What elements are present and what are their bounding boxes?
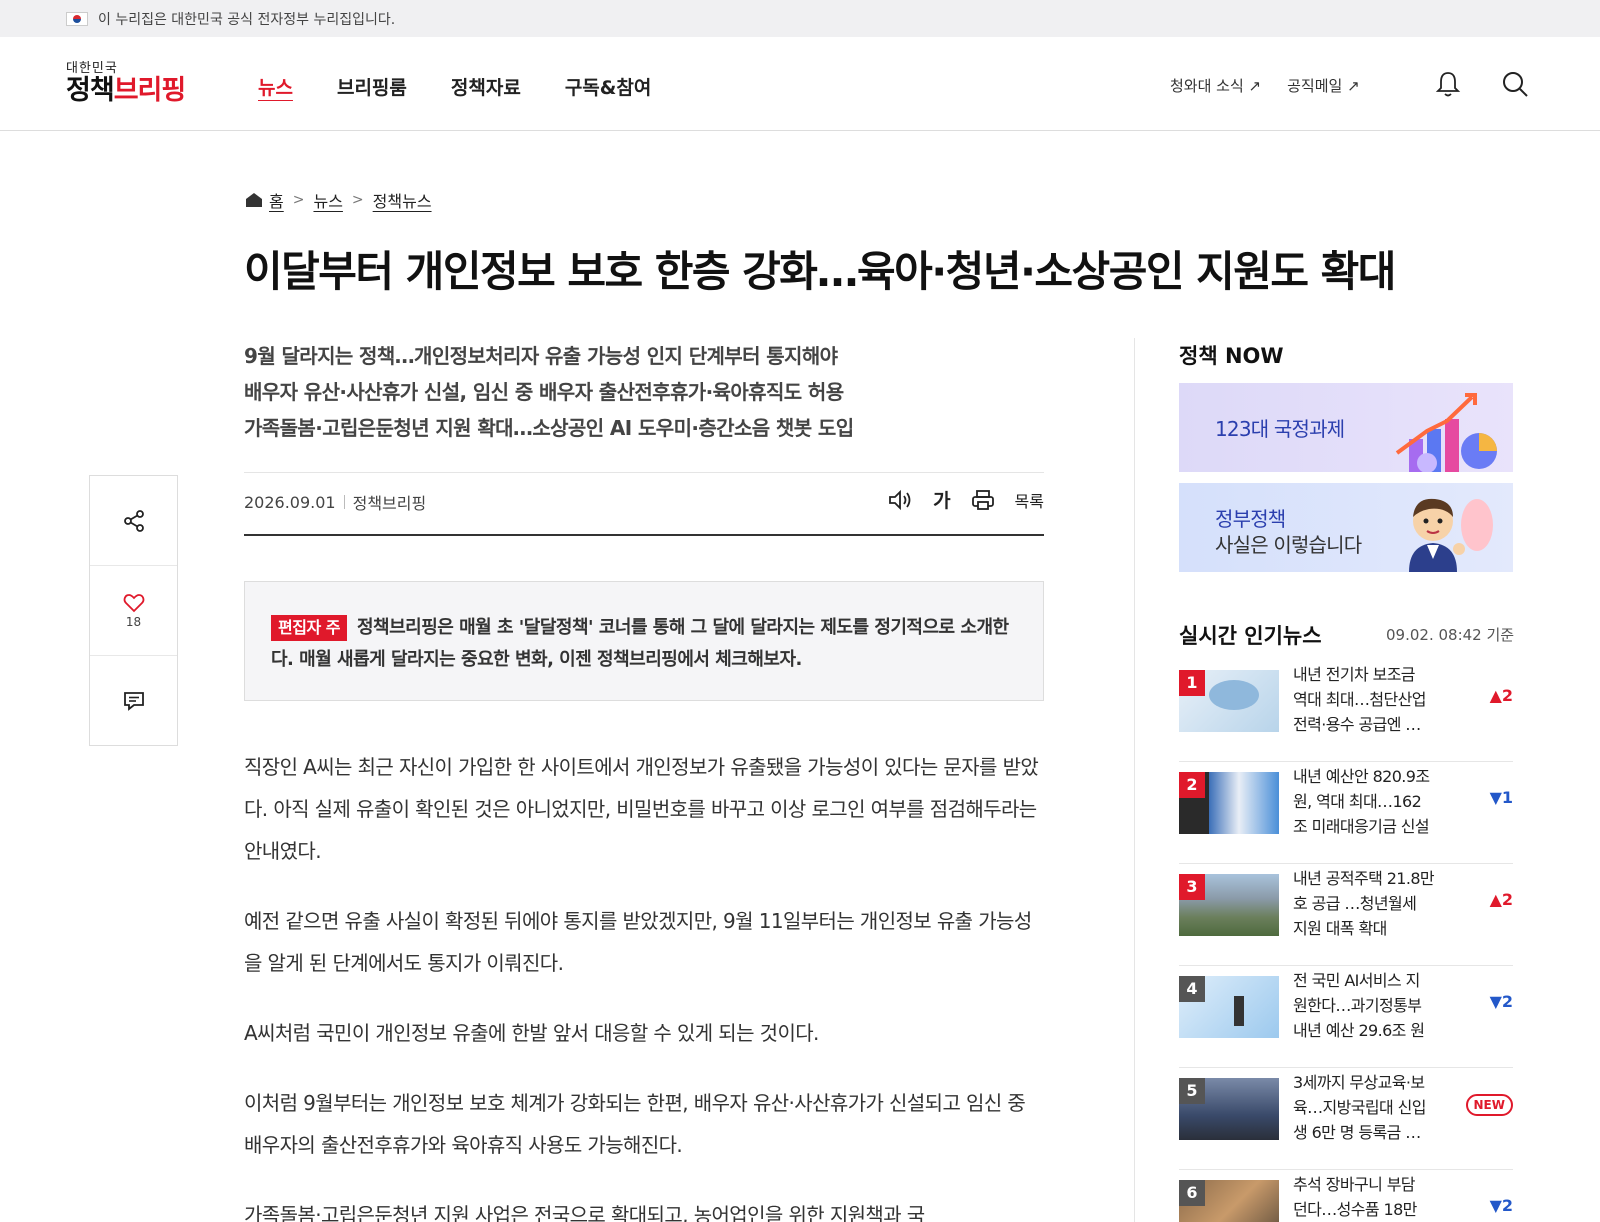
trend-indicator: ▼2 [1489, 1196, 1513, 1215]
heart-icon [123, 593, 144, 612]
comment-icon [123, 692, 144, 711]
banner-line2: 사실은 이렇습니다 [1215, 533, 1362, 557]
news-thumbnail: 4 [1179, 976, 1279, 1038]
home-icon [246, 193, 262, 207]
main-nav: 뉴스 브리핑룸 정책자료 구독&참여 [258, 73, 695, 100]
link-bluehouse[interactable]: 청와대 소식 ↗ [1170, 75, 1261, 96]
article-subtitles: 9월 달라지는 정책…개인정보처리자 유출 가능성 인지 단계부터 통지해야 배… [244, 338, 1044, 446]
subtitle-line: 배우자 유산·사산휴가 신설, 임신 중 배우자 출산전후휴가·육아휴직도 허용 [244, 380, 844, 404]
share-icon [123, 509, 144, 532]
body-paragraph: 예전 같으면 유출 사실이 확정된 뒤에야 통지를 받았겠지만, 9월 11일부… [244, 909, 1032, 975]
breadcrumb-news[interactable]: 뉴스 [313, 188, 342, 212]
gov-banner-text: 이 누리집은 대한민국 공식 전자정부 누리집입니다. [98, 11, 396, 28]
article-meta: 2026.09.01 정책브리핑 가 목록 [244, 489, 1044, 514]
meta-underline [244, 534, 1044, 536]
popular-news-timestamp: 09.02. 08:42 기준 [1386, 626, 1515, 644]
chart-illustration-icon [1395, 393, 1497, 472]
news-headline: 전 국민 AI서비스 지 원한다…과기정통부 내년 예산 29.6조 원 [1293, 971, 1425, 1040]
comment-button[interactable] [90, 656, 177, 746]
rank-badge: 6 [1179, 1180, 1205, 1206]
popular-news-title: 실시간 인기뉴스 [1179, 624, 1322, 648]
nav-briefing-room[interactable]: 브리핑룸 [337, 73, 407, 100]
nav-policy-data[interactable]: 정책자료 [451, 73, 521, 100]
trend-indicator: ▲2 [1489, 890, 1513, 909]
meta-divider [244, 472, 1044, 473]
gov-banner: 이 누리집은 대한민국 공식 전자정부 누리집입니다. [0, 0, 1600, 37]
korea-flag-icon [66, 11, 88, 26]
font-size-button[interactable]: 가 [933, 486, 950, 513]
body-paragraph: 이처럼 9월부터는 개인정보 보호 체계가 강화되는 한편, 배우자 유산·사산… [244, 1091, 1026, 1157]
share-button[interactable] [90, 476, 177, 566]
breadcrumb-policy-news[interactable]: 정책뉴스 [373, 188, 432, 212]
body-paragraph: 가족돌봄·고립은둔청년 지원 사업은 전국으로 확대되고, 농어업인을 위한 지… [244, 1203, 925, 1222]
link-mail[interactable]: 공직메일 ↗ [1287, 75, 1360, 96]
popular-news-item[interactable]: 6 추석 장바구니 부담 던다…성수품 18만 ▼2 [1179, 1172, 1513, 1222]
rank-badge: 1 [1179, 670, 1205, 696]
meta-separator [343, 495, 345, 509]
news-thumbnail: 2 [1179, 772, 1279, 834]
nav-news[interactable]: 뉴스 [258, 73, 293, 100]
rank-badge: 5 [1179, 1078, 1205, 1104]
like-button[interactable]: 18 [90, 566, 177, 656]
news-thumbnail: 6 [1179, 1180, 1279, 1222]
news-headline: 3세까지 무상교육·보 육…지방국립대 신입 생 6만 명 등록금 … [1293, 1073, 1426, 1142]
popular-news-item[interactable]: 5 3세까지 무상교육·보 육…지방국립대 신입 생 6만 명 등록금 … NEW [1179, 1070, 1513, 1170]
like-count: 18 [125, 614, 142, 629]
chevron-right-icon: > [351, 192, 364, 208]
banner-line1: 정부정책 [1215, 507, 1286, 531]
news-headline: 추석 장바구니 부담 던다…성수품 18만 [1293, 1175, 1417, 1219]
article-body: 직장인 A씨는 최근 자신이 가입한 한 사이트에서 개인정보가 유출됐을 가능… [244, 746, 1044, 1222]
body-paragraph: A씨처럼 국민이 개인정보 유출에 한발 앞서 대응할 수 있게 되는 것이다. [244, 1021, 819, 1045]
print-icon[interactable] [971, 489, 995, 511]
breadcrumb-home[interactable]: 홈 [269, 188, 284, 212]
logo-text: 정책브리핑 [66, 75, 186, 106]
news-thumbnail: 5 [1179, 1078, 1279, 1140]
article-title: 이달부터 개인정보 보호 한층 강화…육아·청년·소상공인 지원도 확대 [244, 247, 1396, 296]
banner-title: 123대 국정과제 [1215, 417, 1345, 441]
character-illustration-icon [1409, 498, 1493, 572]
popular-news-item[interactable]: 4 전 국민 AI서비스 지 원한다…과기정통부 내년 예산 29.6조 원 ▼2 [1179, 968, 1513, 1068]
news-headline: 내년 예산안 820.9조 원, 역대 최대…162 조 미래대응기금 신설 [1293, 767, 1430, 836]
subtitle-line: 9월 달라지는 정책…개인정보처리자 유출 가능성 인지 단계부터 통지해야 [244, 344, 838, 368]
news-headline: 내년 전기차 보조금 역대 최대…첨단산업 전력·용수 공급엔 … [1293, 665, 1426, 734]
logo-subtext: 대한민국 [66, 61, 118, 76]
policy-tasks-banner[interactable]: 123대 국정과제 [1179, 383, 1513, 472]
header-links: 청와대 소식 ↗ 공직메일 ↗ [1170, 75, 1386, 96]
subtitle-line: 가족돌봄·고립은둔청년 지원 확대…소상공인 AI 도우미·층간소음 챗봇 도입 [244, 416, 854, 440]
column-divider [1134, 338, 1135, 1222]
trend-indicator: ▼2 [1489, 992, 1513, 1011]
nav-subscribe[interactable]: 구독&참여 [565, 73, 652, 100]
list-button[interactable]: 목록 [1015, 488, 1044, 512]
news-thumbnail: 1 [1179, 670, 1279, 732]
trend-indicator: ▲2 [1489, 686, 1513, 705]
chevron-right-icon: > [292, 192, 305, 208]
search-icon[interactable] [1500, 69, 1530, 99]
site-logo[interactable]: 대한민국 정책브리핑 [66, 57, 186, 106]
editor-note: 편집자 주 정책브리핑은 매월 초 '달달정책' 코너를 통해 그 달에 달라지는… [244, 581, 1044, 701]
site-header: 대한민국 정책브리핑 뉴스 브리핑룸 정책자료 구독&참여 청와대 소식 ↗ 공… [0, 37, 1600, 131]
news-headline: 내년 공적주택 21.8만 호 공급 …청년월세 지원 대폭 확대 [1293, 869, 1435, 938]
rank-badge: 2 [1179, 772, 1205, 798]
article-tools: 가 목록 [867, 486, 1044, 513]
article-source: 정책브리핑 [352, 494, 427, 513]
bell-icon[interactable] [1433, 69, 1463, 99]
government-facts-banner[interactable]: 정부정책 사실은 이렇습니다 [1179, 483, 1513, 572]
popular-news-item[interactable]: 3 내년 공적주택 21.8만 호 공급 …청년월세 지원 대폭 확대 ▲2 [1179, 866, 1513, 966]
policy-now-title: 정책 NOW [1179, 344, 1284, 368]
popular-news-item[interactable]: 2 내년 예산안 820.9조 원, 역대 최대…162 조 미래대응기금 신설 ▼… [1179, 764, 1513, 864]
rank-badge: 3 [1179, 874, 1205, 900]
article-date: 2026.09.01 [244, 492, 336, 512]
editor-badge: 편집자 주 [271, 615, 347, 641]
rank-badge: 4 [1179, 976, 1205, 1002]
breadcrumb: 홈 > 뉴스 > 정책뉴스 [245, 188, 432, 212]
body-paragraph: 직장인 A씨는 최근 자신이 가입한 한 사이트에서 개인정보가 유출됐을 가능… [244, 755, 1039, 863]
editor-note-text: 정책브리핑은 매월 초 '달달정책' 코너를 통해 그 달에 달라지는 제도를 … [271, 617, 1009, 670]
news-thumbnail: 3 [1179, 874, 1279, 936]
popular-news-item[interactable]: 1 내년 전기차 보조금 역대 최대…첨단산업 전력·용수 공급엔 … ▲2 [1179, 662, 1513, 762]
speaker-icon[interactable] [887, 489, 913, 511]
new-badge: NEW [1465, 1094, 1513, 1116]
share-panel: 18 [89, 475, 178, 746]
trend-indicator: ▼1 [1489, 788, 1513, 807]
